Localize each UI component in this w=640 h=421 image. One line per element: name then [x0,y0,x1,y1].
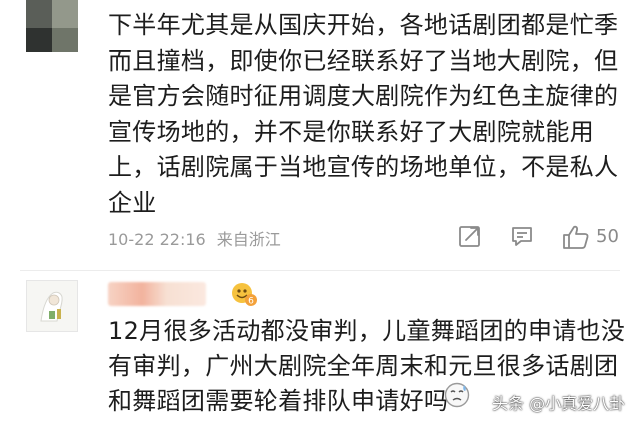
level-badge-number: 6 [248,297,254,307]
like-button[interactable]: 50 [562,224,632,252]
thumbs-up-icon [563,225,589,249]
reply-button[interactable] [510,224,536,252]
level-badge-icon: 6 [232,283,257,307]
avatar[interactable] [26,280,78,332]
comment-item: 6 12月很多活动都没审判，儿童舞蹈团的申请也没 有审判，广州大剧院全年周末和元… [0,272,640,421]
comment-text: 下半年尤其是从国庆开始，各地话剧团都是忙季 而且撞档，即使你已经联系好了当地大剧… [108,11,619,217]
avatar[interactable] [26,0,78,52]
username-blurred[interactable] [108,282,206,306]
comment-item: 下半年尤其是从国庆开始，各地话剧团都是忙季 而且撞档，即使你已经联系好了当地大剧… [0,0,640,270]
level-badge: 6 [230,280,258,308]
watermark: 头条 @小真爱八卦 [492,394,626,413]
share-icon [459,226,480,247]
comment-meta: 10-22 22:16 来自浙江 [108,226,287,250]
comment-location: 来自浙江 [216,230,281,249]
divider [20,270,620,271]
share-button[interactable] [458,224,484,252]
comment-timestamp: 10-22 22:16 [108,230,206,249]
like-count: 50 [596,226,619,247]
comment-icon [512,227,532,246]
avatar-image [27,281,77,331]
sweat-face-icon [444,382,470,408]
